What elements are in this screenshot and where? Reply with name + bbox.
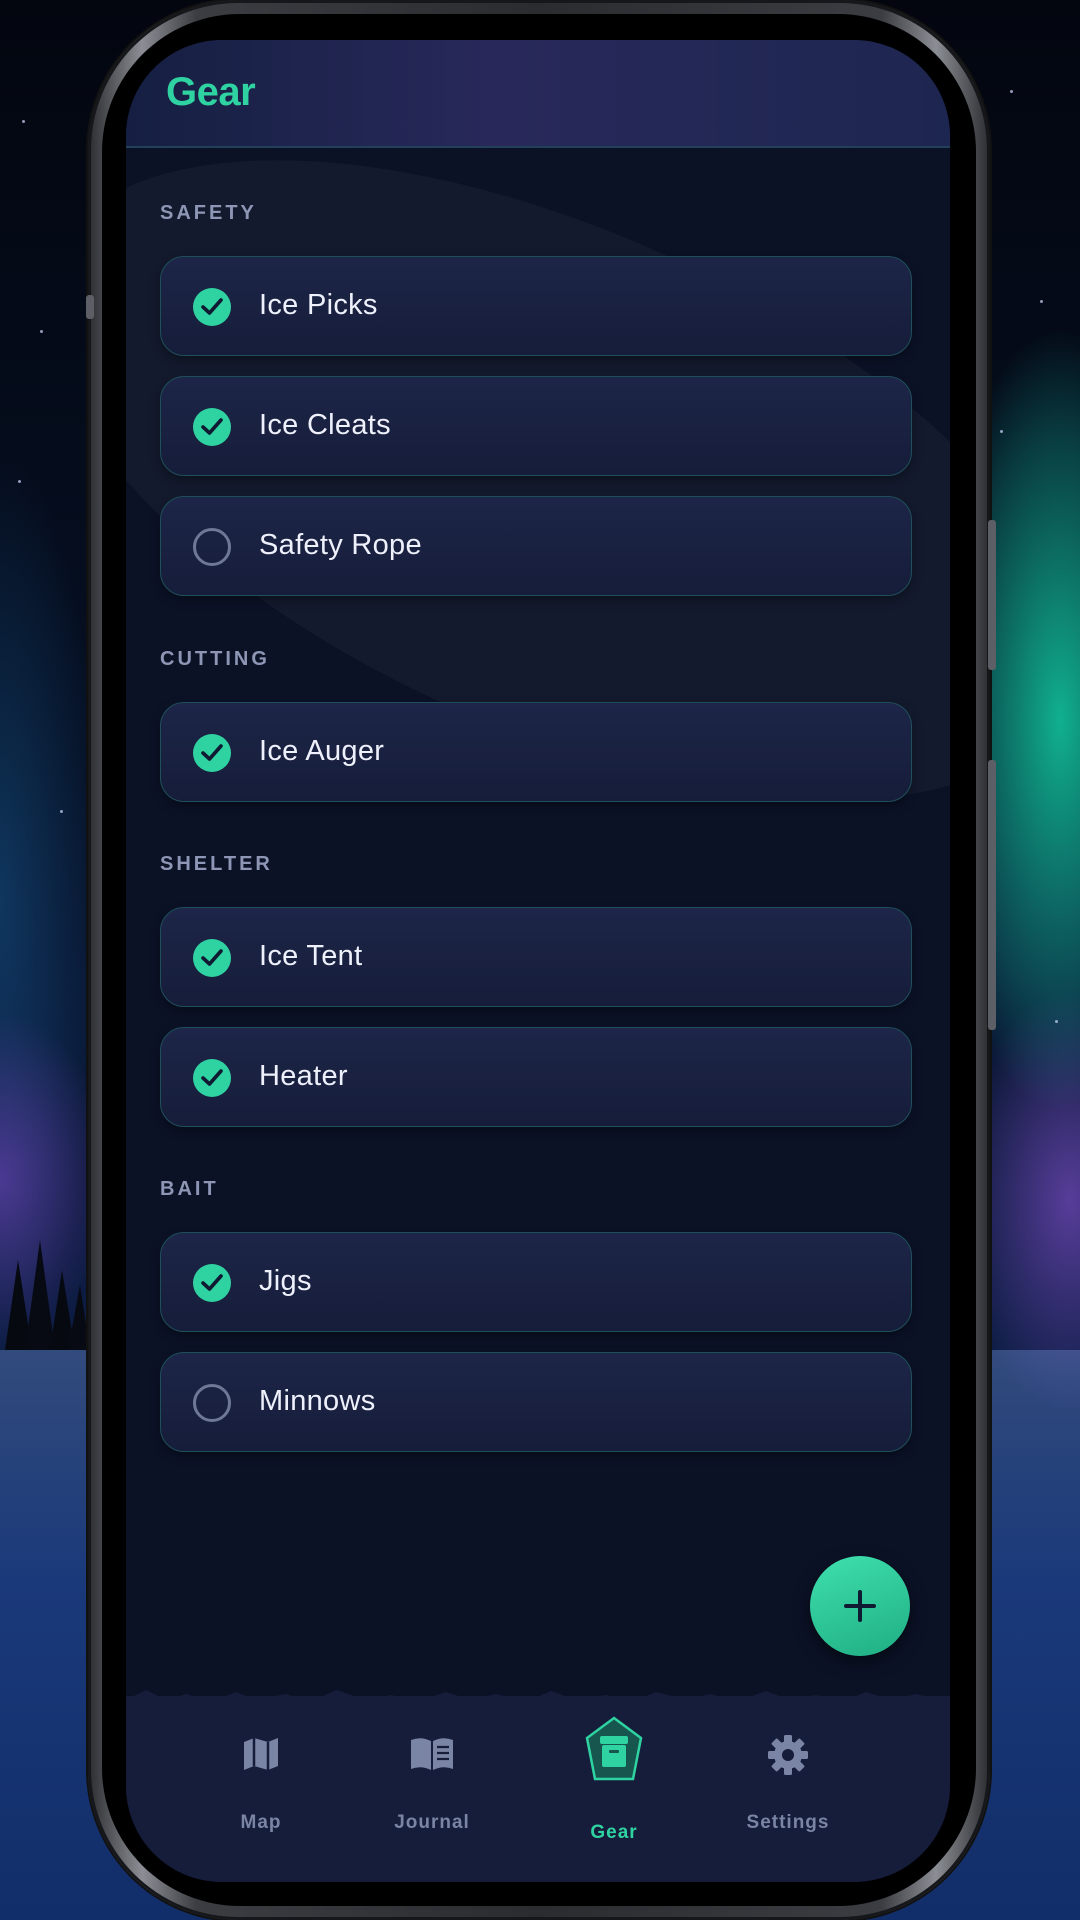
book-icon	[411, 1738, 453, 1770]
pine-trees	[5, 1240, 90, 1350]
gear-item-ice-cleats[interactable]: Ice Cleats	[160, 376, 912, 476]
map-icon	[244, 1738, 278, 1770]
gear-item-label: Safety Rope	[259, 529, 422, 561]
nav-item-journal[interactable]: Journal	[352, 1696, 512, 1882]
checked-icon[interactable]	[193, 1059, 231, 1097]
nav-item-map[interactable]: Map	[181, 1696, 341, 1882]
volume-button	[86, 295, 94, 319]
gear-box-icon	[585, 1716, 643, 1781]
checked-icon[interactable]	[193, 734, 231, 772]
gear-item-label: Minnows	[259, 1385, 376, 1417]
nav-label: Settings	[746, 1812, 830, 1833]
unchecked-circle-icon[interactable]	[193, 1384, 231, 1422]
nav-label: Map	[240, 1812, 282, 1833]
checked-icon[interactable]	[193, 1264, 231, 1302]
bottom-nav: Map Journal Gear Settings	[126, 1696, 950, 1882]
gear-item-ice-tent[interactable]: Ice Tent	[160, 907, 912, 1007]
gear-item-ice-picks[interactable]: Ice Picks	[160, 256, 912, 356]
gear-item-label: Ice Tent	[259, 940, 363, 972]
nav-label: Gear	[590, 1822, 638, 1843]
checked-icon[interactable]	[193, 939, 231, 977]
gear-item-ice-auger[interactable]: Ice Auger	[160, 702, 912, 802]
gear-item-label: Ice Picks	[259, 289, 378, 321]
gear-item-minnows[interactable]: Minnows	[160, 1352, 912, 1452]
plus-icon	[844, 1590, 876, 1622]
gear-item-label: Ice Auger	[259, 735, 385, 767]
unchecked-circle-icon[interactable]	[193, 528, 231, 566]
nav-label: Journal	[394, 1812, 470, 1833]
nav-item-settings[interactable]: Settings	[708, 1696, 868, 1882]
page-title: Gear	[166, 70, 256, 114]
gear-item-label: Ice Cleats	[259, 409, 391, 441]
section-label-safety: SAFETY	[160, 202, 257, 224]
settings-cog-icon	[768, 1735, 808, 1775]
gear-item-jigs[interactable]: Jigs	[160, 1232, 912, 1332]
checked-icon[interactable]	[193, 288, 231, 326]
gear-item-label: Heater	[259, 1060, 348, 1092]
app-header: Gear	[126, 40, 950, 148]
gear-item-safety-rope[interactable]: Safety Rope	[160, 496, 912, 596]
nav-item-gear[interactable]: Gear	[534, 1696, 694, 1882]
section-label-shelter: SHELTER	[160, 853, 273, 875]
add-gear-button[interactable]	[810, 1556, 910, 1656]
gear-item-label: Jigs	[259, 1265, 312, 1297]
section-label-bait: BAIT	[160, 1178, 219, 1200]
power-button	[988, 520, 996, 670]
checked-icon[interactable]	[193, 408, 231, 446]
section-label-cutting: CUTTING	[160, 648, 270, 670]
side-button	[988, 760, 996, 1030]
gear-item-heater[interactable]: Heater	[160, 1027, 912, 1127]
app-screen: Gear SAFETY Ice Picks Ice Cleats Safety …	[126, 40, 950, 1882]
